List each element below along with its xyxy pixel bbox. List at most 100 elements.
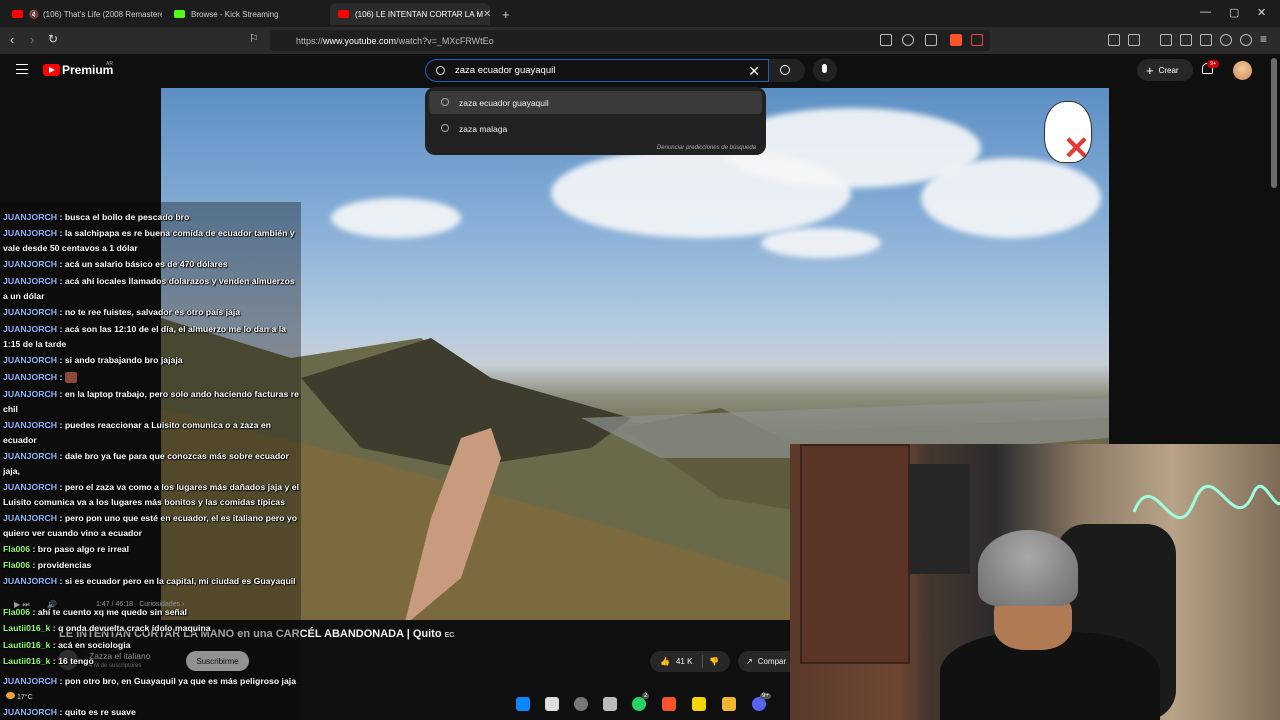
chat-message: Fla006 : ahí te cuento xq me quedo sin s… — [3, 607, 187, 617]
like-button[interactable]: 👍 41 K 👎 — [650, 651, 730, 672]
chat-username[interactable]: JUANJORCH — [3, 576, 57, 586]
account-avatar[interactable] — [1233, 61, 1252, 80]
reload-icon[interactable]: ↻ — [48, 32, 58, 46]
chat-text: busca el bollo de pescado bro — [64, 212, 190, 222]
page-scrollbar[interactable] — [1271, 58, 1277, 188]
x-mark-icon: ✕ — [1063, 130, 1090, 166]
url-host: www.youtube.com — [323, 35, 397, 46]
app-icon[interactable] — [574, 697, 588, 711]
chat-username[interactable]: JUANJORCH — [3, 259, 57, 269]
chat-username[interactable]: JUANJORCH — [3, 276, 57, 286]
chat-username[interactable]: JUANJORCH — [3, 676, 57, 686]
create-button[interactable]: + Crear — [1137, 59, 1193, 81]
file-explorer-icon[interactable] — [722, 697, 736, 711]
sticky-notes-icon[interactable] — [692, 697, 706, 711]
chat-text: 16 tengo — [58, 656, 94, 666]
chat-username[interactable]: JUANJORCH — [3, 372, 57, 382]
browser-tab-3[interactable]: (106) LE INTENTAN CORTAR LA M ✕ — [330, 3, 490, 25]
wardrobe — [800, 444, 910, 664]
app-icon[interactable] — [603, 697, 617, 711]
chat-message: JUANJORCH : busca el bollo de pescado br… — [3, 212, 190, 222]
share-icon[interactable] — [925, 34, 937, 46]
chat-username[interactable]: JUANJORCH — [3, 451, 57, 461]
cloud — [331, 198, 461, 238]
windows-start-icon[interactable] — [516, 697, 530, 711]
chat-message: JUANJORCH : acá ahí locales llamados dol… — [3, 276, 295, 301]
chat-message: Fla006 : providencias — [3, 560, 92, 570]
suggestion-item[interactable]: zaza ecuador guayaquil — [429, 91, 762, 114]
chat-text: pon otro bro, en Guayaquil ya que es más… — [64, 676, 297, 686]
chat-username[interactable]: Lautii016_k — [3, 623, 50, 633]
chat-message: JUANJORCH : si es ecuador pero en la cap… — [3, 576, 296, 586]
maximize-icon[interactable]: ▢ — [1229, 6, 1239, 19]
close-icon[interactable]: ✕ — [483, 9, 490, 20]
chat-username[interactable]: JUANJORCH — [3, 228, 57, 238]
chat-username[interactable]: JUANJORCH — [3, 324, 57, 334]
browser-tab-2[interactable]: Browse - Kick Streaming — [166, 3, 324, 25]
chat-message: JUANJORCH : quito es re suave — [3, 707, 136, 717]
brave-rewards-icon[interactable] — [971, 34, 983, 46]
minimize-icon[interactable]: — — [1200, 6, 1211, 18]
chat-username[interactable]: JUANJORCH — [3, 355, 57, 365]
chat-username[interactable]: Fla006 — [3, 607, 30, 617]
cast-icon[interactable] — [880, 34, 892, 46]
discord-icon[interactable] — [752, 697, 766, 711]
chat-username[interactable]: Lautii016_k — [3, 640, 50, 650]
brave-shield-icon[interactable] — [950, 34, 962, 46]
address-bar-row: ‹ › ↻ ⚐ https://www.youtube.com/watch?v=… — [0, 27, 1280, 54]
create-label: Crear — [1158, 65, 1179, 75]
chat-username[interactable]: JUANJORCH — [3, 307, 57, 317]
bookmark-icon[interactable]: ⚐ — [249, 32, 259, 45]
forward-icon[interactable]: › — [30, 32, 34, 47]
youtube-logo-icon[interactable] — [43, 64, 60, 76]
chat-message: Fla006 : bro paso algo re irreal — [3, 544, 130, 554]
zoom-icon[interactable] — [902, 34, 914, 46]
search-button[interactable] — [769, 59, 805, 82]
chat-text: acá un salario básico es de 470 dólares — [64, 259, 228, 269]
search-input[interactable] — [455, 65, 735, 76]
chat-username[interactable]: JUANJORCH — [3, 212, 57, 222]
chat-text: ahí te cuento xq me quedo sin señal — [37, 607, 187, 617]
brave-browser-icon[interactable] — [662, 697, 676, 711]
menu-icon[interactable]: ≡ — [1260, 32, 1267, 46]
chat-username[interactable]: Fla006 — [3, 560, 30, 570]
close-window-icon[interactable]: ✕ — [1257, 6, 1266, 19]
monitor — [910, 464, 970, 574]
task-view-icon[interactable] — [545, 697, 559, 711]
new-tab-button[interactable]: + — [494, 3, 516, 25]
report-predictions-link[interactable]: Denunciar predicciones de búsqueda — [657, 145, 756, 151]
back-icon[interactable]: ‹ — [10, 32, 14, 47]
youtube-icon — [12, 10, 23, 18]
search-box[interactable]: ✕ — [425, 59, 769, 82]
notification-badge: 9+ — [1207, 60, 1220, 68]
chat-username[interactable]: JUANJORCH — [3, 707, 57, 717]
browser-tab-1[interactable]: 🔇 (106) That's Life (2008 Remastere — [4, 3, 162, 25]
whatsapp-icon[interactable] — [632, 697, 646, 711]
weather-widget[interactable]: 17°C — [6, 692, 33, 701]
chat-username[interactable]: JUANJORCH — [3, 420, 57, 430]
kick-icon — [174, 10, 185, 18]
chat-username[interactable]: JUANJORCH — [3, 389, 57, 399]
vpn-icon[interactable] — [1240, 34, 1252, 46]
chat-text: q onda devuelta crack ídolo maquina — [58, 623, 211, 633]
clear-search-icon[interactable]: ✕ — [748, 63, 760, 80]
chat-username[interactable]: JUANJORCH — [3, 513, 57, 523]
chat-username[interactable]: Lautii016_k — [3, 656, 50, 666]
thumbs-down-icon[interactable]: 👎 — [709, 657, 719, 666]
ecuador-flag: EC — [444, 632, 455, 639]
muted-speaker-icon[interactable]: 🔇 — [29, 10, 39, 19]
media-icon[interactable] — [1160, 34, 1172, 46]
sidebar-icon[interactable] — [1180, 34, 1192, 46]
extensions-icon[interactable] — [1108, 34, 1120, 46]
chat-username[interactable]: Fla006 — [3, 544, 30, 554]
screenshot-icon[interactable] — [1128, 34, 1140, 46]
temperature: 17°C — [17, 694, 33, 701]
chat-username[interactable]: JUANJORCH — [3, 482, 57, 492]
wallet-icon[interactable] — [1200, 34, 1212, 46]
leo-ai-icon[interactable] — [1220, 34, 1232, 46]
whatsapp-badge: 2 — [642, 693, 650, 699]
suggestion-item[interactable]: zaza malaga — [429, 117, 762, 140]
hamburger-menu-icon[interactable] — [16, 64, 28, 74]
url-path: /watch?v=_MXcFRWtEo — [396, 35, 494, 46]
voice-search-mic-icon[interactable] — [813, 58, 837, 82]
